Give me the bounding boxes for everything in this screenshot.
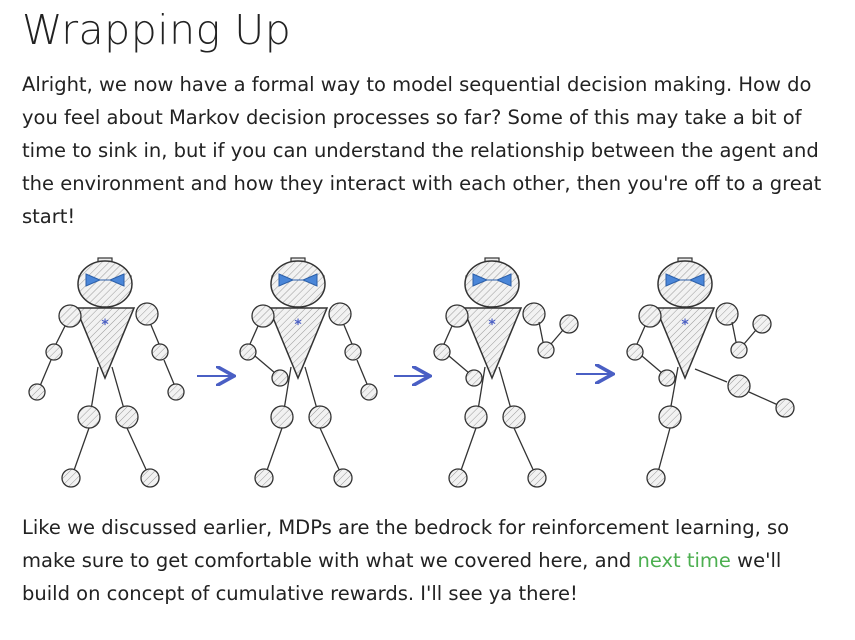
page-title: Wrapping Up [22, 6, 292, 54]
robot-standing [28, 257, 185, 488]
next-time-link[interactable]: next time [637, 549, 730, 572]
robot-sequence-illustration: * [20, 252, 820, 492]
robot-arm-raised [433, 257, 579, 488]
robot-leg-kick [626, 257, 795, 488]
closing-paragraph: Like we discussed earlier, MDPs are the … [22, 511, 822, 610]
robot-elbow-bent [239, 257, 378, 488]
intro-paragraph: Alright, we now have a formal way to mod… [22, 73, 822, 228]
